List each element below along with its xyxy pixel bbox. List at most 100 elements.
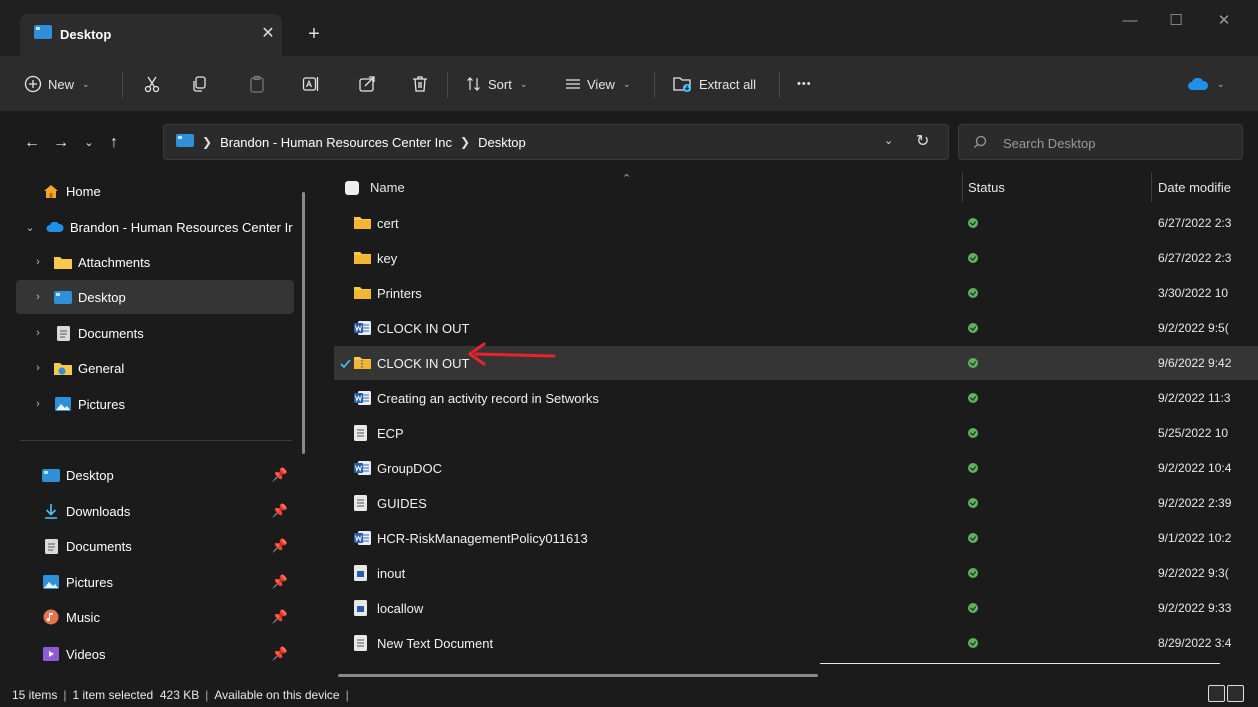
sort-button[interactable]: Sort ⌄ (466, 68, 527, 100)
sidebar-item-attachments[interactable]: › Attachments (28, 245, 294, 279)
new-button[interactable]: New ⌄ (24, 68, 90, 100)
quick-access-pictures[interactable]: Pictures 📌 (36, 565, 294, 599)
quick-access-downloads[interactable]: Downloads 📌 (36, 494, 294, 528)
search-input[interactable] (1003, 133, 1233, 153)
file-row[interactable]: key 6/27/2022 2:3 (334, 241, 1258, 275)
rename-button[interactable] (302, 68, 320, 100)
more-options-button[interactable]: ••• (797, 68, 812, 100)
column-divider[interactable] (1151, 172, 1152, 202)
back-button[interactable]: ← (21, 132, 43, 154)
refresh-icon[interactable]: ↻ (916, 131, 929, 151)
folder-icon (54, 254, 72, 270)
sidebar-item-label: Desktop (78, 289, 126, 305)
file-row[interactable]: HCR-RiskManagementPolicy011613 9/1/2022 1… (334, 521, 1258, 555)
sidebar-item-documents[interactable]: › Documents (28, 316, 294, 350)
file-row[interactable]: Creating an activity record in Setworks 9… (334, 381, 1258, 415)
close-window-button[interactable]: ✕ (1201, 6, 1247, 36)
maximize-button[interactable]: ☐ (1153, 6, 1199, 36)
file-row[interactable]: GUIDES 9/2/2022 2:39 (334, 486, 1258, 520)
row-checkbox-checked-icon[interactable] (340, 357, 351, 372)
sidebar-scrollbar[interactable] (302, 192, 305, 454)
list-view-icon (565, 76, 581, 92)
tiles-view-button[interactable] (1227, 685, 1244, 702)
new-tab-button[interactable]: + (300, 20, 328, 48)
column-status[interactable]: Status (968, 180, 1005, 195)
column-name[interactable]: Name (370, 180, 405, 195)
file-row[interactable]: New Text Document 8/29/2022 3:4 (334, 626, 1258, 660)
details-view-button[interactable] (1208, 685, 1225, 702)
sync-status-icon (968, 288, 978, 298)
address-bar[interactable]: ❯ Brandon - Human Resources Center Inc ❯… (163, 124, 949, 160)
sidebar-item-desktop[interactable]: › Desktop (16, 280, 294, 314)
copy-icon (191, 75, 209, 93)
breadcrumb-item-desktop[interactable]: Desktop (478, 135, 526, 150)
delete-button[interactable] (411, 68, 429, 100)
sidebar-item-home[interactable]: Home (16, 174, 294, 208)
recent-locations-button[interactable]: ⌄ (78, 132, 100, 154)
up-button[interactable]: ↑ (103, 132, 125, 154)
quick-access-music[interactable]: Music 📌 (36, 600, 294, 634)
pin-icon[interactable]: 📌 (272, 503, 288, 519)
file-name: GroupDOC (377, 461, 443, 476)
item-count: 15 items (12, 688, 58, 702)
sync-status-icon (968, 498, 978, 508)
share-button[interactable] (358, 68, 376, 100)
selection-info: 1 item selected 423 KB (72, 688, 200, 702)
file-row[interactable]: Printers 3/30/2022 10 (334, 276, 1258, 310)
chevron-right-icon[interactable]: › (28, 327, 48, 339)
tab-desktop[interactable]: Desktop ✕ (20, 14, 282, 56)
file-row[interactable]: locallow 9/2/2022 9:33 (334, 591, 1258, 625)
search-box[interactable] (958, 124, 1243, 160)
quick-access-videos[interactable]: Videos 📌 (36, 637, 294, 671)
sidebar-item-pictures[interactable]: › Pictures (28, 387, 294, 421)
chevron-right-icon[interactable]: › (28, 291, 48, 303)
onedrive-button[interactable]: ⌄ (1187, 68, 1225, 100)
copy-button[interactable] (191, 68, 209, 100)
minimize-button[interactable]: — (1107, 6, 1153, 36)
file-row[interactable]: inout 9/2/2022 9:3( (334, 556, 1258, 590)
extract-all-button[interactable]: Extract all (673, 68, 756, 100)
date-modified: 9/2/2022 10:4 (1158, 461, 1232, 475)
pin-icon[interactable]: 📌 (272, 609, 288, 625)
file-name: GUIDES (377, 496, 427, 511)
pin-icon[interactable]: 📌 (272, 574, 288, 590)
date-modified: 6/27/2022 2:3 (1158, 251, 1232, 265)
file-name: Printers (377, 286, 422, 301)
pin-icon[interactable]: 📌 (272, 538, 288, 554)
chevron-right-icon[interactable]: › (28, 398, 48, 410)
word-document-icon (354, 530, 371, 546)
chevron-right-icon[interactable]: › (28, 362, 48, 374)
chevron-down-icon: ⌄ (1217, 78, 1225, 89)
sidebar-item-general[interactable]: › General (28, 351, 294, 385)
select-all-checkbox[interactable] (345, 181, 359, 195)
chevron-right-icon[interactable]: › (28, 256, 48, 268)
clipboard-icon (248, 75, 266, 93)
date-modified: 9/6/2022 9:42 (1158, 356, 1232, 370)
sync-status-icon (968, 428, 978, 438)
paste-button[interactable] (248, 68, 266, 100)
column-divider[interactable] (962, 172, 963, 202)
breadcrumb-item-onedrive[interactable]: Brandon - Human Resources Center Inc (220, 135, 452, 150)
close-tab-button[interactable]: ✕ (256, 22, 280, 46)
cut-button[interactable] (143, 68, 161, 100)
chevron-down-icon[interactable]: ⌄ (20, 221, 40, 234)
desktop-icon (54, 289, 72, 305)
pin-icon[interactable]: 📌 (272, 467, 288, 483)
address-dropdown-icon[interactable]: ⌄ (884, 134, 893, 147)
file-name: Creating an activity record in Setworks (377, 391, 599, 406)
status-bar: 15 items | 1 item selected 423 KB | Avai… (0, 683, 1258, 707)
horizontal-scrollbar[interactable] (338, 674, 818, 677)
sidebar-item-onedrive[interactable]: ⌄ Brandon - Human Resources Center Ir (20, 210, 298, 244)
file-row[interactable]: GroupDOC 9/2/2022 10:4 (334, 451, 1258, 485)
desktop-icon (176, 134, 194, 150)
file-name: cert (377, 216, 399, 231)
view-button[interactable]: View ⌄ (565, 68, 631, 100)
file-row[interactable]: cert 6/27/2022 2:3 (334, 206, 1258, 240)
forward-button[interactable]: → (50, 132, 72, 154)
file-name: ECP (377, 426, 404, 441)
quick-access-desktop[interactable]: Desktop 📌 (36, 458, 294, 492)
column-date-modified[interactable]: Date modifie (1158, 180, 1231, 195)
quick-access-documents[interactable]: Documents 📌 (36, 529, 294, 563)
file-row[interactable]: ECP 5/25/2022 10 (334, 416, 1258, 450)
pin-icon[interactable]: 📌 (272, 646, 288, 662)
